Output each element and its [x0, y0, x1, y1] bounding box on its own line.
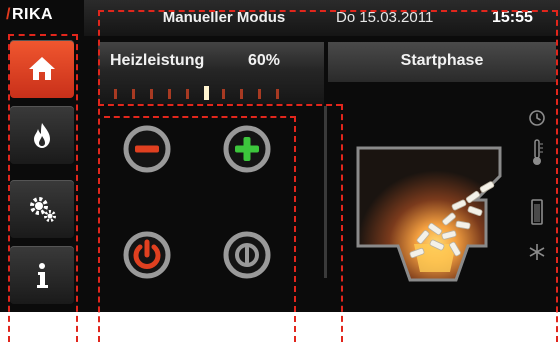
rika-logo: /RIKA	[6, 6, 54, 23]
level-tick	[132, 89, 135, 99]
level-tick	[186, 89, 189, 99]
power-icon	[123, 231, 171, 279]
sidebar-item-info[interactable]	[10, 246, 74, 304]
heating-power-value: 60%	[248, 52, 281, 69]
level-tick	[276, 89, 279, 99]
sidebar-item-settings[interactable]	[10, 180, 74, 238]
phase-label: Startphase	[400, 52, 484, 69]
sidebar-item-home[interactable]	[10, 40, 74, 98]
annotation-guide	[8, 34, 78, 36]
level-tick	[168, 89, 171, 99]
power-button[interactable]	[122, 230, 172, 280]
level-tick	[258, 89, 261, 99]
clock-icon	[529, 110, 545, 126]
level-tick	[222, 89, 225, 99]
decrease-button[interactable]	[122, 124, 172, 174]
standby-button[interactable]	[222, 230, 272, 280]
level-tick	[240, 89, 243, 99]
level-tick	[150, 89, 153, 99]
plus-icon	[223, 125, 271, 173]
snowflake-icon	[529, 244, 545, 260]
standby-icon	[223, 231, 271, 279]
level-tick	[114, 89, 117, 99]
thermometer-icon	[533, 139, 543, 165]
panel-divider	[324, 106, 327, 278]
annotation-guide	[104, 116, 296, 118]
minus-icon	[123, 125, 171, 173]
annotation-guide	[341, 104, 343, 342]
status-icons	[522, 108, 552, 268]
heating-power-panel: Heizleistung 60%	[98, 42, 324, 104]
combustion-chamber-illustration	[356, 146, 502, 282]
home-icon	[29, 57, 55, 80]
phase-panel: Startphase	[328, 42, 556, 82]
increase-button[interactable]	[222, 124, 272, 174]
annotation-guide	[76, 34, 78, 342]
touch-display: /RIKA Manueller Modus Do 15.03.2011 15:5…	[0, 0, 560, 312]
flame-icon	[34, 123, 50, 148]
heating-power-level-indicator	[114, 86, 279, 100]
heating-power-label: Heizleistung	[110, 52, 205, 69]
annotation-guide	[98, 10, 558, 12]
annotation-guide	[8, 34, 10, 342]
settings-icon	[30, 197, 56, 222]
annotation-guide	[98, 104, 342, 106]
level-tick	[204, 86, 209, 100]
pellet-container-icon	[531, 199, 543, 225]
sidebar	[10, 34, 74, 312]
annotation-guide	[294, 116, 296, 342]
header-bar: Manueller Modus Do 15.03.2011 15:55	[84, 0, 560, 36]
annotation-guide	[98, 10, 100, 342]
logo-text: RIKA	[11, 6, 54, 23]
sidebar-item-flame[interactable]	[10, 106, 74, 164]
info-icon	[37, 263, 48, 288]
annotation-guide	[556, 10, 558, 342]
